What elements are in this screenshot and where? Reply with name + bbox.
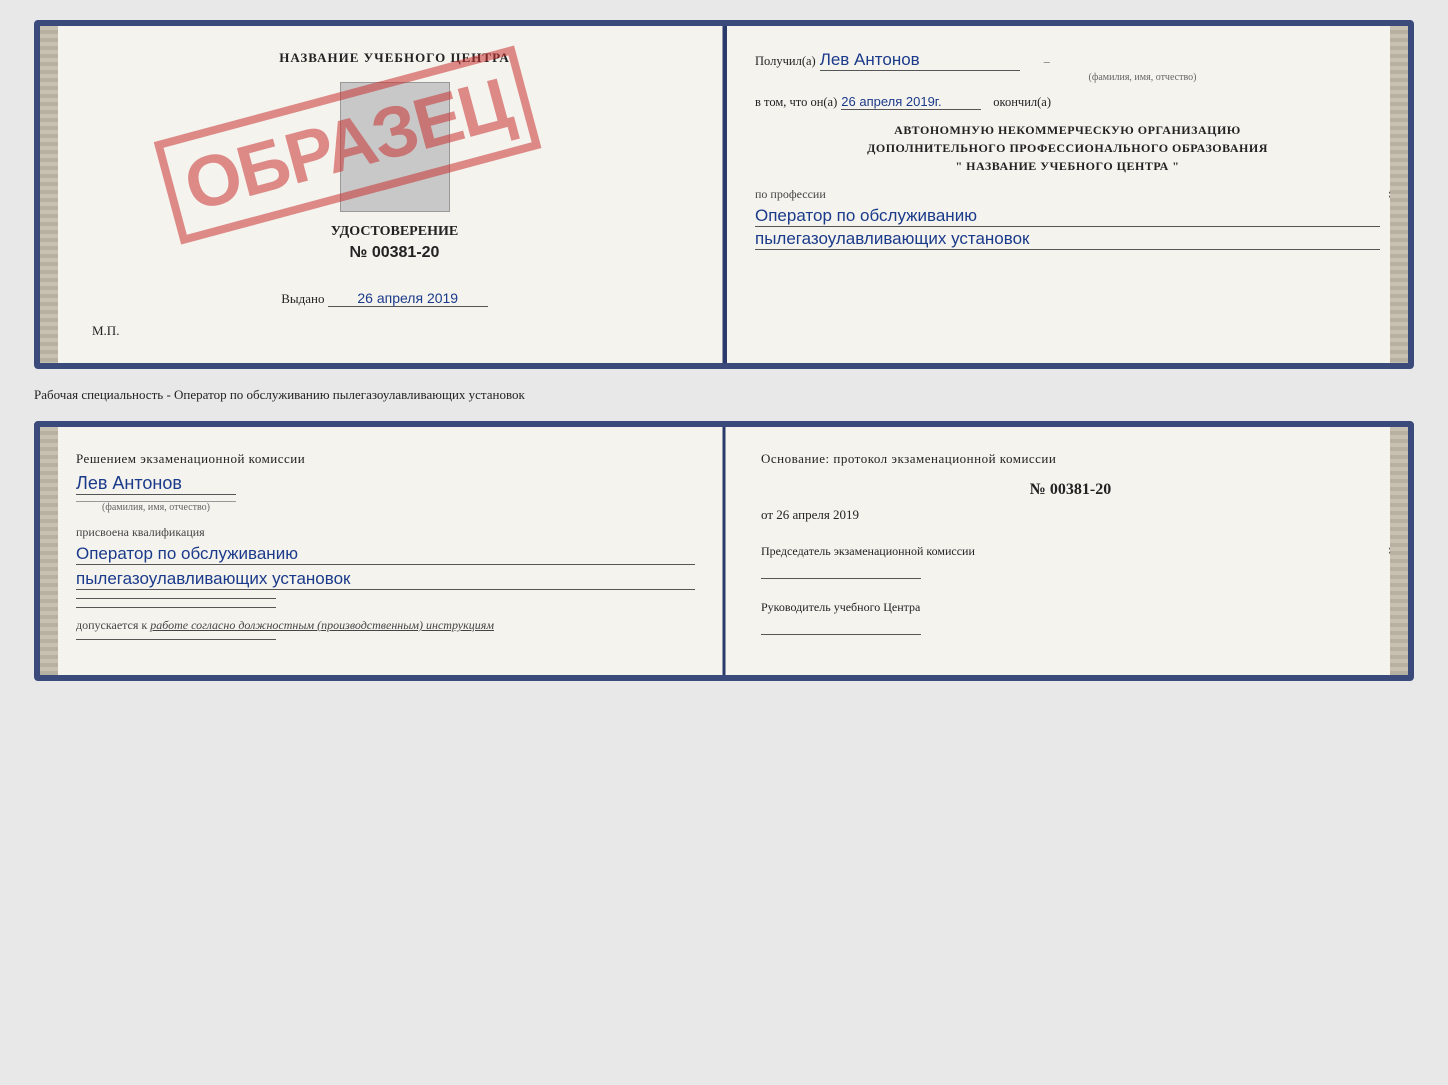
bottom-document-card: Решением экзаменационной комиссии Лев Ан… [34, 421, 1414, 681]
spine-right-bottom [1390, 427, 1408, 675]
received-name: Лев Антонов [820, 50, 1020, 71]
top-left-panel: НАЗВАНИЕ УЧЕБНОГО ЦЕНТРА ОБРАЗЕЦ УДОСТОВ… [40, 26, 727, 363]
center-head-sig-line [761, 634, 921, 635]
chairman-sig-line [761, 578, 921, 579]
decision-text: Решением экзаменационной комиссии [76, 451, 695, 467]
side-label-arrow-b: ← [1408, 546, 1414, 556]
top-right-panel: Получил(а) Лев Антонов – (фамилия, имя, … [727, 26, 1408, 363]
protocol-date-prefix: от [761, 507, 773, 522]
profession-label-top: по профессии [755, 187, 1380, 202]
received-field: Получил(а) Лев Антонов – (фамилия, имя, … [755, 50, 1380, 83]
page-wrapper: НАЗВАНИЕ УЧЕБНОГО ЦЕНТРА ОБРАЗЕЦ УДОСТОВ… [34, 20, 1414, 681]
blank-line-1 [76, 598, 276, 599]
qualification-line1: Оператор по обслуживанию [76, 544, 695, 565]
spine-right [1390, 26, 1408, 363]
profession-line1-top: Оператор по обслуживанию [755, 206, 1380, 227]
chairman-label: Председатель экзаменационной комиссии [761, 543, 1380, 560]
photo-placeholder [340, 82, 450, 212]
name-subtitle-top: (фамилия, имя, отчество) [905, 72, 1380, 83]
side-label-arrow: ← [1408, 190, 1414, 200]
basis-text: Основание: протокол экзаменационной коми… [761, 451, 1380, 467]
qualification-line2: пылегазоулавливающих установок [76, 569, 695, 590]
center-head-signature-block: Руководитель учебного Центра [761, 599, 1380, 635]
org-line1: АВТОНОМНУЮ НЕКОММЕРЧЕСКУЮ ОРГАНИЗАЦИЮ [755, 121, 1380, 139]
in-that-date: 26 апреля 2019г. [841, 94, 981, 110]
in-that-field: в том, что он(а) 26 апреля 2019г. окончи… [755, 93, 1380, 111]
protocol-date-value: 26 апреля 2019 [776, 507, 859, 522]
stamp-area: ОБРАЗЕЦ УДОСТОВЕРЕНИЕ № 00381-20 [72, 82, 697, 282]
org-line2: ДОПОЛНИТЕЛЬНОГО ПРОФЕССИОНАЛЬНОГО ОБРАЗО… [755, 139, 1380, 157]
school-name-top-left: НАЗВАНИЕ УЧЕБНОГО ЦЕНТРА [72, 50, 697, 66]
protocol-date: от 26 апреля 2019 [761, 507, 1380, 523]
in-that-label: в том, что он(а) [755, 95, 837, 109]
spine-left-bottom [40, 427, 58, 675]
center-head-label: Руководитель учебного Центра [761, 599, 1380, 616]
cert-type: УДОСТОВЕРЕНИЕ [331, 224, 458, 240]
org-line3: " НАЗВАНИЕ УЧЕБНОГО ЦЕНТРА " [755, 157, 1380, 175]
protocol-number: № 00381-20 [761, 481, 1380, 499]
mp-label: М.П. [72, 323, 697, 339]
bottom-right-panel: Основание: протокол экзаменационной коми… [723, 427, 1408, 675]
received-label: Получил(а) [755, 54, 816, 68]
top-document-card: НАЗВАНИЕ УЧЕБНОГО ЦЕНТРА ОБРАЗЕЦ УДОСТОВ… [34, 20, 1414, 369]
assigned-text: присвоена квалификация [76, 525, 695, 540]
issued-date-value: 26 апреля 2019 [328, 290, 488, 307]
blank-line-2 [76, 607, 276, 608]
admission-text: допускается к работе согласно должностны… [76, 618, 695, 633]
person-name-bottom: Лев Антонов [76, 473, 236, 495]
middle-text: Рабочая специальность - Оператор по обсл… [34, 381, 1414, 409]
profession-line2-top: пылегазоулавливающих установок [755, 229, 1380, 250]
blank-line-3 [76, 639, 276, 640]
issued-line: Выдано 26 апреля 2019 [72, 290, 697, 307]
issued-label: Выдано [281, 291, 324, 306]
org-name-block: АВТОНОМНУЮ НЕКОММЕРЧЕСКУЮ ОРГАНИЗАЦИЮ ДО… [755, 121, 1380, 175]
bottom-left-panel: Решением экзаменационной комиссии Лев Ан… [40, 427, 723, 675]
cert-number: № 00381-20 [350, 244, 440, 262]
name-subtitle-bottom: (фамилия, имя, отчество) [76, 501, 236, 513]
chairman-signature-block: Председатель экзаменационной комиссии [761, 543, 1380, 579]
finished-label: окончил(а) [993, 95, 1051, 109]
admission-value: работе согласно должностным (производств… [150, 618, 494, 632]
admission-label: допускается к [76, 618, 147, 632]
